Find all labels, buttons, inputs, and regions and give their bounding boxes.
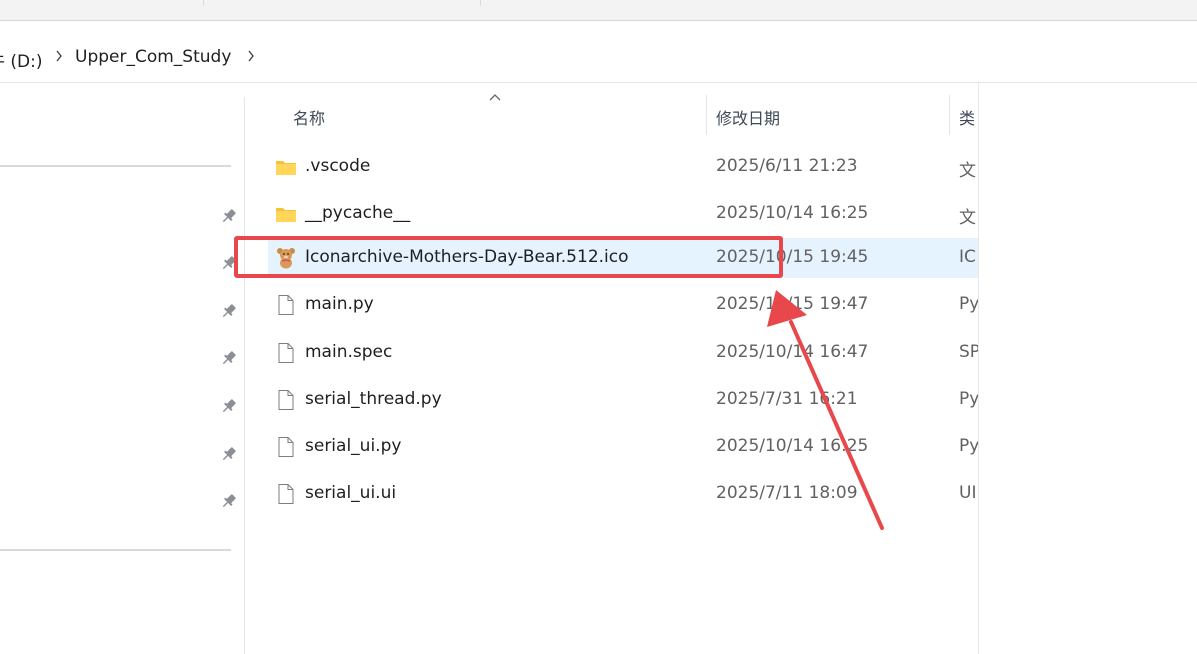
- file-row[interactable]: serial_ui.ui 2025/7/11 18:09 UI: [268, 474, 978, 514]
- file-type: Py: [959, 294, 978, 314]
- file-icon: [275, 436, 297, 458]
- file-row[interactable]: main.py 2025/10/15 19:47 Py: [268, 285, 978, 325]
- navigation-pane: [0, 83, 245, 654]
- file-icon: [275, 342, 297, 364]
- file-type: Py: [959, 436, 978, 456]
- file-name[interactable]: serial_ui.ui: [305, 483, 396, 503]
- title-strip: [0, 0, 1197, 21]
- file-type: SP: [959, 342, 978, 362]
- pin-icon[interactable]: [219, 444, 239, 464]
- column-header-name[interactable]: 名称: [293, 105, 325, 129]
- breadcrumb-drive[interactable]: 牛 (D:): [0, 47, 43, 72]
- highlight-box: [234, 236, 783, 278]
- file-row[interactable]: serial_thread.py 2025/7/31 16:21 Py: [268, 380, 978, 420]
- file-name[interactable]: __pycache__: [305, 203, 410, 223]
- file-modified-date: 2025/10/14 16:47: [716, 342, 869, 362]
- file-row[interactable]: __pycache__ 2025/10/14 16:25 文: [268, 194, 978, 234]
- file-list: 名称 修改日期 类 .vscode 2025/6/11 21:23 文 __pycac…: [245, 83, 1197, 654]
- file-row[interactable]: .vscode 2025/6/11 21:23 文: [268, 147, 978, 187]
- pane-divider: [978, 83, 979, 654]
- file-name[interactable]: serial_ui.py: [305, 436, 401, 456]
- file-modified-date: 2025/10/14 16:25: [716, 436, 869, 456]
- file-type: 文: [959, 208, 976, 228]
- file-icon: [275, 294, 297, 316]
- file-type: Py: [959, 389, 978, 409]
- nav-separator: [0, 549, 231, 551]
- file-type: IC: [959, 247, 976, 267]
- file-icon: [275, 389, 297, 411]
- file-name[interactable]: main.py: [305, 294, 374, 314]
- pin-icon[interactable]: [219, 348, 239, 368]
- nav-separator: [0, 165, 231, 167]
- file-type: UI: [959, 483, 977, 503]
- file-row[interactable]: main.spec 2025/10/14 16:47 SP: [268, 333, 978, 373]
- column-header-date[interactable]: 修改日期: [716, 105, 780, 129]
- tab-divider: [480, 0, 481, 6]
- file-type: 文: [959, 161, 976, 181]
- file-row[interactable]: serial_ui.py 2025/10/14 16:25 Py: [268, 427, 978, 467]
- file-name[interactable]: main.spec: [305, 342, 392, 362]
- pin-icon[interactable]: [219, 396, 239, 416]
- pin-icon[interactable]: [219, 206, 239, 226]
- breadcrumb-folder[interactable]: Upper_Com_Study: [75, 47, 231, 67]
- file-modified-date: 2025/10/14 16:25: [716, 203, 869, 223]
- file-name[interactable]: serial_thread.py: [305, 389, 442, 409]
- pin-icon[interactable]: [219, 301, 239, 321]
- column-divider[interactable]: [706, 95, 707, 135]
- tab-divider: [203, 0, 204, 6]
- column-divider[interactable]: [949, 95, 950, 135]
- breadcrumb[interactable]: 牛 (D:) Upper_Com_Study: [0, 32, 1197, 83]
- file-modified-date: 2025/7/11 18:09: [716, 483, 858, 503]
- column-header-type[interactable]: 类: [959, 105, 977, 129]
- file-modified-date: 2025/7/31 16:21: [716, 389, 858, 409]
- chevron-right-icon[interactable]: [247, 50, 255, 66]
- folder-icon: [275, 156, 297, 178]
- pin-icon[interactable]: [219, 491, 239, 511]
- chevron-right-icon[interactable]: [55, 50, 63, 66]
- folder-icon: [275, 203, 297, 225]
- file-name[interactable]: .vscode: [305, 156, 370, 176]
- file-modified-date: 2025/6/11 21:23: [716, 156, 858, 176]
- file-modified-date: 2025/10/15 19:47: [716, 294, 869, 314]
- file-icon: [275, 483, 297, 505]
- sort-ascending-icon: [489, 94, 501, 101]
